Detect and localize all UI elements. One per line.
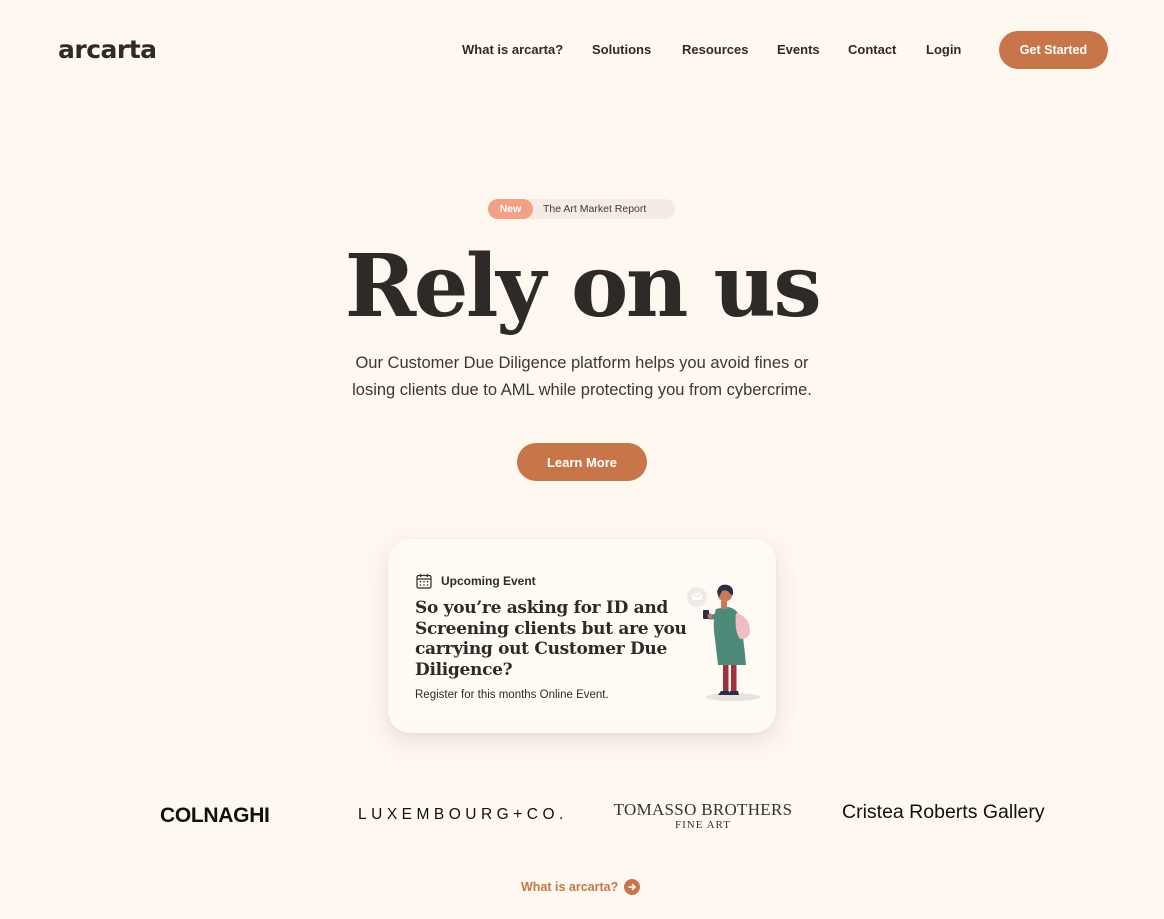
main-nav: What is arcarta? Solutions Resources Eve… [0,42,1164,58]
event-title: So you’re asking for ID and Screening cl… [415,598,687,680]
announcement-text: The Art Market Report [543,203,647,215]
luxembourg-co-logo: LUXEMBOURG+CO. [358,806,568,823]
event-description: Register for this months Online Event. [415,689,609,701]
nav-item-solutions[interactable]: Solutions [592,42,651,57]
event-label: Upcoming Event [441,574,536,588]
upcoming-event-card[interactable]: Upcoming Event So you’re asking for ID a… [388,539,776,733]
person-with-phone-illustration [687,584,760,701]
arrow-right-circle-icon [624,879,641,895]
nav-item-what-is-arcarta[interactable]: What is arcarta? [462,42,563,57]
nav-item-login[interactable]: Login [926,42,961,57]
what-is-arcarta-link[interactable]: What is arcarta? [521,879,641,895]
tomasso-brothers-tagline: FINE ART [675,819,731,831]
new-badge: New [488,199,533,219]
hero-subtitle: Our Customer Due Diligence platform help… [352,354,812,399]
client-logos: COLNAGHI LUXEMBOURG+CO. TOMASSO BROTHERS… [0,795,1164,835]
hero-title: Rely on us [344,236,822,337]
nav-item-resources[interactable]: Resources [682,42,748,57]
get-started-button[interactable]: Get Started [999,31,1108,69]
nav-item-contact[interactable]: Contact [848,42,896,57]
tomasso-brothers-name: TOMASSO BROTHERS [613,800,793,819]
announcement-pill[interactable]: New The Art Market Report [488,199,675,219]
calendar-icon [416,574,432,589]
what-is-arcarta-link-label: What is arcarta? [521,880,619,894]
learn-more-button[interactable]: Learn More [517,443,647,481]
colnaghi-logo: COLNAGHI [160,804,270,827]
cristea-roberts-gallery-logo: Cristea Roberts Gallery [842,801,1045,823]
tomasso-brothers-logo: TOMASSO BROTHERS FINE ART [612,800,794,832]
nav-item-events[interactable]: Events [777,42,820,57]
